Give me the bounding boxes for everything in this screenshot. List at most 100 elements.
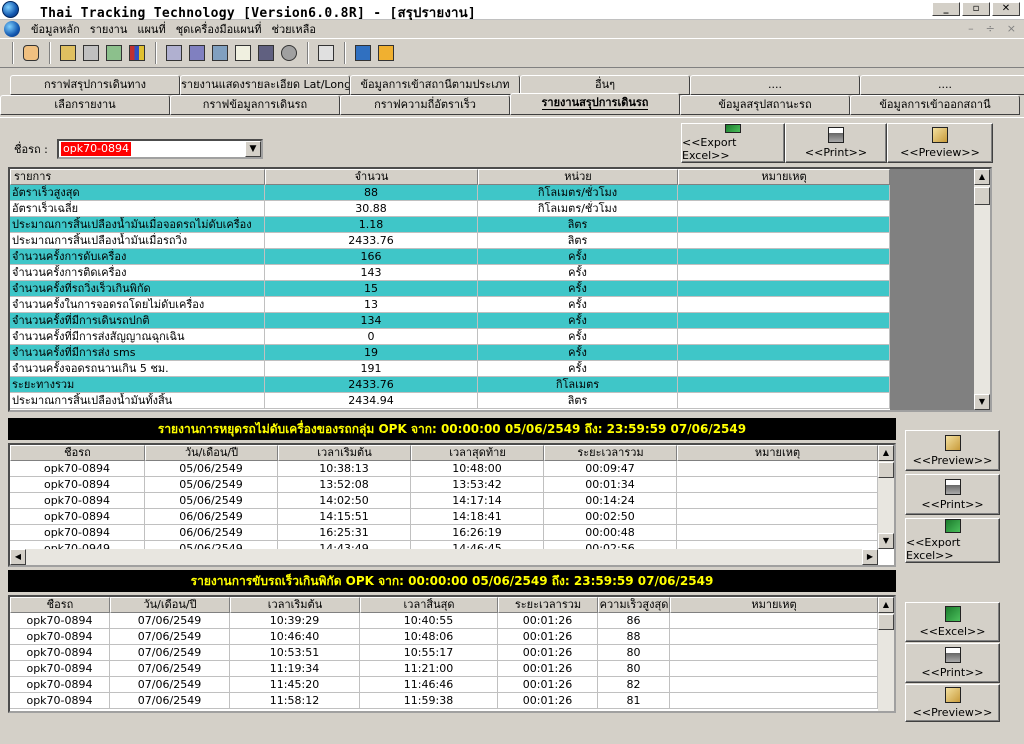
table-row[interactable]: จำนวนครั้งการดับเครื่อง 166 ครั้ง — [10, 249, 890, 265]
table-row[interactable]: opk70-0894 07/06/2549 11:45:20 11:46:46 00:0… — [10, 677, 878, 693]
document-tool-button[interactable] — [232, 42, 254, 64]
zoom-tool-button[interactable] — [315, 42, 337, 64]
tab-speed-frequency-graph[interactable]: กราฟความถี่อัตราเร็ว — [340, 95, 510, 115]
table-row[interactable]: ประมาณการสิ้นเปลืองน้ำมันเมื่อรถวิ่ง 2433… — [10, 233, 890, 249]
column-header[interactable]: ความเร็วสูงสุด — [598, 597, 670, 613]
table-row[interactable]: opk70-0949 05/06/2549 14:43:49 14:46:45 00:0… — [10, 541, 878, 549]
scroll-left-icon[interactable]: ◀ — [10, 549, 26, 565]
tab-more-1[interactable]: .... — [690, 75, 860, 95]
column-header[interactable]: วัน/เดือน/ปี — [110, 597, 230, 613]
table-row[interactable]: ประมาณการสิ้นเปลืองน้ำมันเมื่อจอดรถไม่ดั… — [10, 217, 890, 233]
table-row[interactable]: จำนวนครั้งที่มีการส่ง sms 19 ครั้ง — [10, 345, 890, 361]
speeding-print-button[interactable]: <<Print>> — [905, 643, 1000, 683]
column-header[interactable]: รายการ — [10, 169, 265, 185]
column-header[interactable]: ระยะเวลารวม — [544, 445, 677, 461]
mdi-close[interactable]: × — [1007, 22, 1016, 35]
table-row[interactable]: จำนวนครั้งจอดรถนานเกิน 5 ชม. 191 ครั้ง — [10, 361, 890, 377]
column-header[interactable]: หน่วย — [478, 169, 678, 185]
print-button[interactable]: <<Print>> — [785, 123, 887, 163]
column-header[interactable]: จำนวน — [265, 169, 478, 185]
table-row[interactable]: จำนวนครั้งที่มีการเดินรถปกติ 134 ครั้ง — [10, 313, 890, 329]
table-row[interactable]: opk70-0894 05/06/2549 13:52:08 13:53:42 00:0… — [10, 477, 878, 493]
table-row[interactable]: จำนวนครั้งการติดเครื่อง 143 ครั้ง — [10, 265, 890, 281]
table-row[interactable]: opk70-0894 07/06/2549 10:39:29 10:40:55 00:0… — [10, 613, 878, 629]
column-header[interactable]: หมายเหตุ — [677, 445, 878, 461]
menu-main-data[interactable]: ข้อมูลหลัก — [26, 20, 85, 38]
table-row[interactable]: opk70-0894 05/06/2549 10:38:13 10:48:00 00:0… — [10, 461, 878, 477]
tab-latlong-report[interactable]: รายงานแสดงรายละเอียด Lat/Long — [180, 75, 350, 95]
column-header[interactable]: ชื่อรถ — [10, 445, 145, 461]
chart-tool-button[interactable] — [126, 42, 148, 64]
summary-scrollbar[interactable]: ▲ ▼ — [974, 169, 990, 410]
chevron-down-icon[interactable]: ▼ — [245, 141, 261, 157]
column-header[interactable]: ชื่อรถ — [10, 597, 110, 613]
table-row[interactable]: อัตราเร็วเฉลี่ย 30.88 กิโลเมตร/ชั่วโมง — [10, 201, 890, 217]
tab-driving-summary[interactable]: รายงานสรุปการเดินรถ — [510, 93, 680, 115]
table-row[interactable]: ประมาณการสิ้นเปลืองน้ำมันทั้งสิ้น 2434.94… — [10, 393, 890, 409]
table-row[interactable]: จำนวนครั้งในการจอดรถโดยไม่ดับเครื่อง 13 คร… — [10, 297, 890, 313]
table-tool-button[interactable] — [186, 42, 208, 64]
mdi-minimize[interactable]: – — [968, 22, 974, 35]
column-header[interactable]: เวลาเริ่มต้น — [278, 445, 411, 461]
export-excel-button[interactable]: <<Export Excel>> — [681, 123, 785, 163]
scroll-thumb[interactable] — [974, 187, 990, 205]
photo-tool-button[interactable] — [255, 42, 277, 64]
speeding-vscrollbar[interactable]: ▲ — [878, 597, 894, 711]
idle-vscrollbar[interactable]: ▲ ▼ — [878, 445, 894, 549]
table-row[interactable]: opk70-0894 05/06/2549 14:02:50 14:17:14 00:1… — [10, 493, 878, 509]
tab-vehicle-status[interactable]: ข้อมูลสรุปสถานะรถ — [680, 95, 850, 115]
table-row[interactable]: opk70-0894 07/06/2549 10:46:40 10:48:06 00:0… — [10, 629, 878, 645]
idle-hscrollbar[interactable]: ◀ ▶ — [10, 549, 878, 565]
scroll-up-icon[interactable]: ▲ — [878, 445, 894, 461]
scroll-thumb[interactable] — [878, 614, 894, 630]
track-tool-button[interactable] — [103, 42, 125, 64]
column-header[interactable]: เวลาสิ้นสุด — [360, 597, 498, 613]
table-row[interactable]: opk70-0894 06/06/2549 16:25:31 16:26:19 00:0… — [10, 525, 878, 541]
search-tool-button[interactable] — [278, 42, 300, 64]
column-header[interactable]: หมายเหตุ — [670, 597, 878, 613]
menu-map[interactable]: แผนที่ — [132, 20, 170, 38]
table-row[interactable]: opk70-0894 07/06/2549 11:19:34 11:21:00 00:0… — [10, 661, 878, 677]
tab-trip-summary-graph[interactable]: กราฟสรุปการเดินทาง — [10, 75, 180, 95]
menu-map-tools[interactable]: ชุดเครื่องมือแผนที่ — [171, 20, 267, 38]
graph-tool-button[interactable] — [209, 42, 231, 64]
vehicle-tool-button[interactable] — [57, 42, 79, 64]
report-tool-button[interactable] — [163, 42, 185, 64]
scroll-down-icon[interactable]: ▼ — [974, 394, 990, 410]
table-row[interactable]: opk70-0894 07/06/2549 11:58:12 11:59:38 00:0… — [10, 693, 878, 709]
menu-report[interactable]: รายงาน — [85, 20, 133, 38]
column-header[interactable]: วัน/เดือน/ปี — [145, 445, 278, 461]
preview-button[interactable]: <<Preview>> — [887, 123, 993, 163]
table-row[interactable]: อัตราเร็วสูงสุด 88 กิโลเมตร/ชั่วโมง — [10, 185, 890, 201]
maximize-button[interactable]: ▫ — [962, 2, 990, 16]
tab-more-2[interactable]: .... — [860, 75, 1024, 95]
column-header[interactable]: เวลาสุดท้าย — [411, 445, 544, 461]
scroll-up-icon[interactable]: ▲ — [974, 169, 990, 185]
tab-station-by-type[interactable]: ข้อมูลการเข้าสถานีตามประเภท — [350, 75, 520, 95]
table-row[interactable]: opk70-0894 07/06/2549 10:53:51 10:55:17 00:0… — [10, 645, 878, 661]
scroll-up-icon[interactable]: ▲ — [878, 597, 894, 613]
exit-tool-button[interactable] — [375, 42, 397, 64]
refresh-tool-button[interactable] — [352, 42, 374, 64]
column-header[interactable]: ระยะเวลารวม — [498, 597, 598, 613]
speeding-preview-button[interactable]: <<Preview>> — [905, 684, 1000, 722]
tab-others[interactable]: อื่นๆ — [520, 75, 690, 95]
minimize-button[interactable]: _ — [932, 2, 960, 16]
tab-station-inout[interactable]: ข้อมูลการเข้าออกสถานี — [850, 95, 1020, 115]
table-row[interactable]: ระยะทางรวม 2433.76 กิโลเมตร — [10, 377, 890, 393]
speeding-excel-button[interactable]: <<Excel>> — [905, 602, 1000, 642]
idle-export-excel-button[interactable]: <<Export Excel>> — [905, 518, 1000, 563]
route-tool-button[interactable] — [80, 42, 102, 64]
tab-select-report[interactable]: เลือกรายงาน — [0, 95, 170, 115]
menu-help[interactable]: ช่วยเหลือ — [266, 20, 320, 38]
scroll-down-icon[interactable]: ▼ — [878, 533, 894, 549]
table-row[interactable]: จำนวนครั้งที่มีการส่งสัญญาณฉุกเฉิน 0 ครั้ง — [10, 329, 890, 345]
scroll-thumb[interactable] — [878, 462, 894, 478]
column-header[interactable]: หมายเหตุ — [678, 169, 890, 185]
close-button[interactable]: ✕ — [992, 2, 1020, 16]
mdi-restore[interactable]: ÷ — [986, 22, 995, 35]
scroll-right-icon[interactable]: ▶ — [862, 549, 878, 565]
idle-print-button[interactable]: <<Print>> — [905, 474, 1000, 515]
hand-tool-button[interactable] — [20, 42, 42, 64]
table-row[interactable]: จำนวนครั้งที่รถวิ่งเร็วเกินพิกัด 15 ครั้ง — [10, 281, 890, 297]
